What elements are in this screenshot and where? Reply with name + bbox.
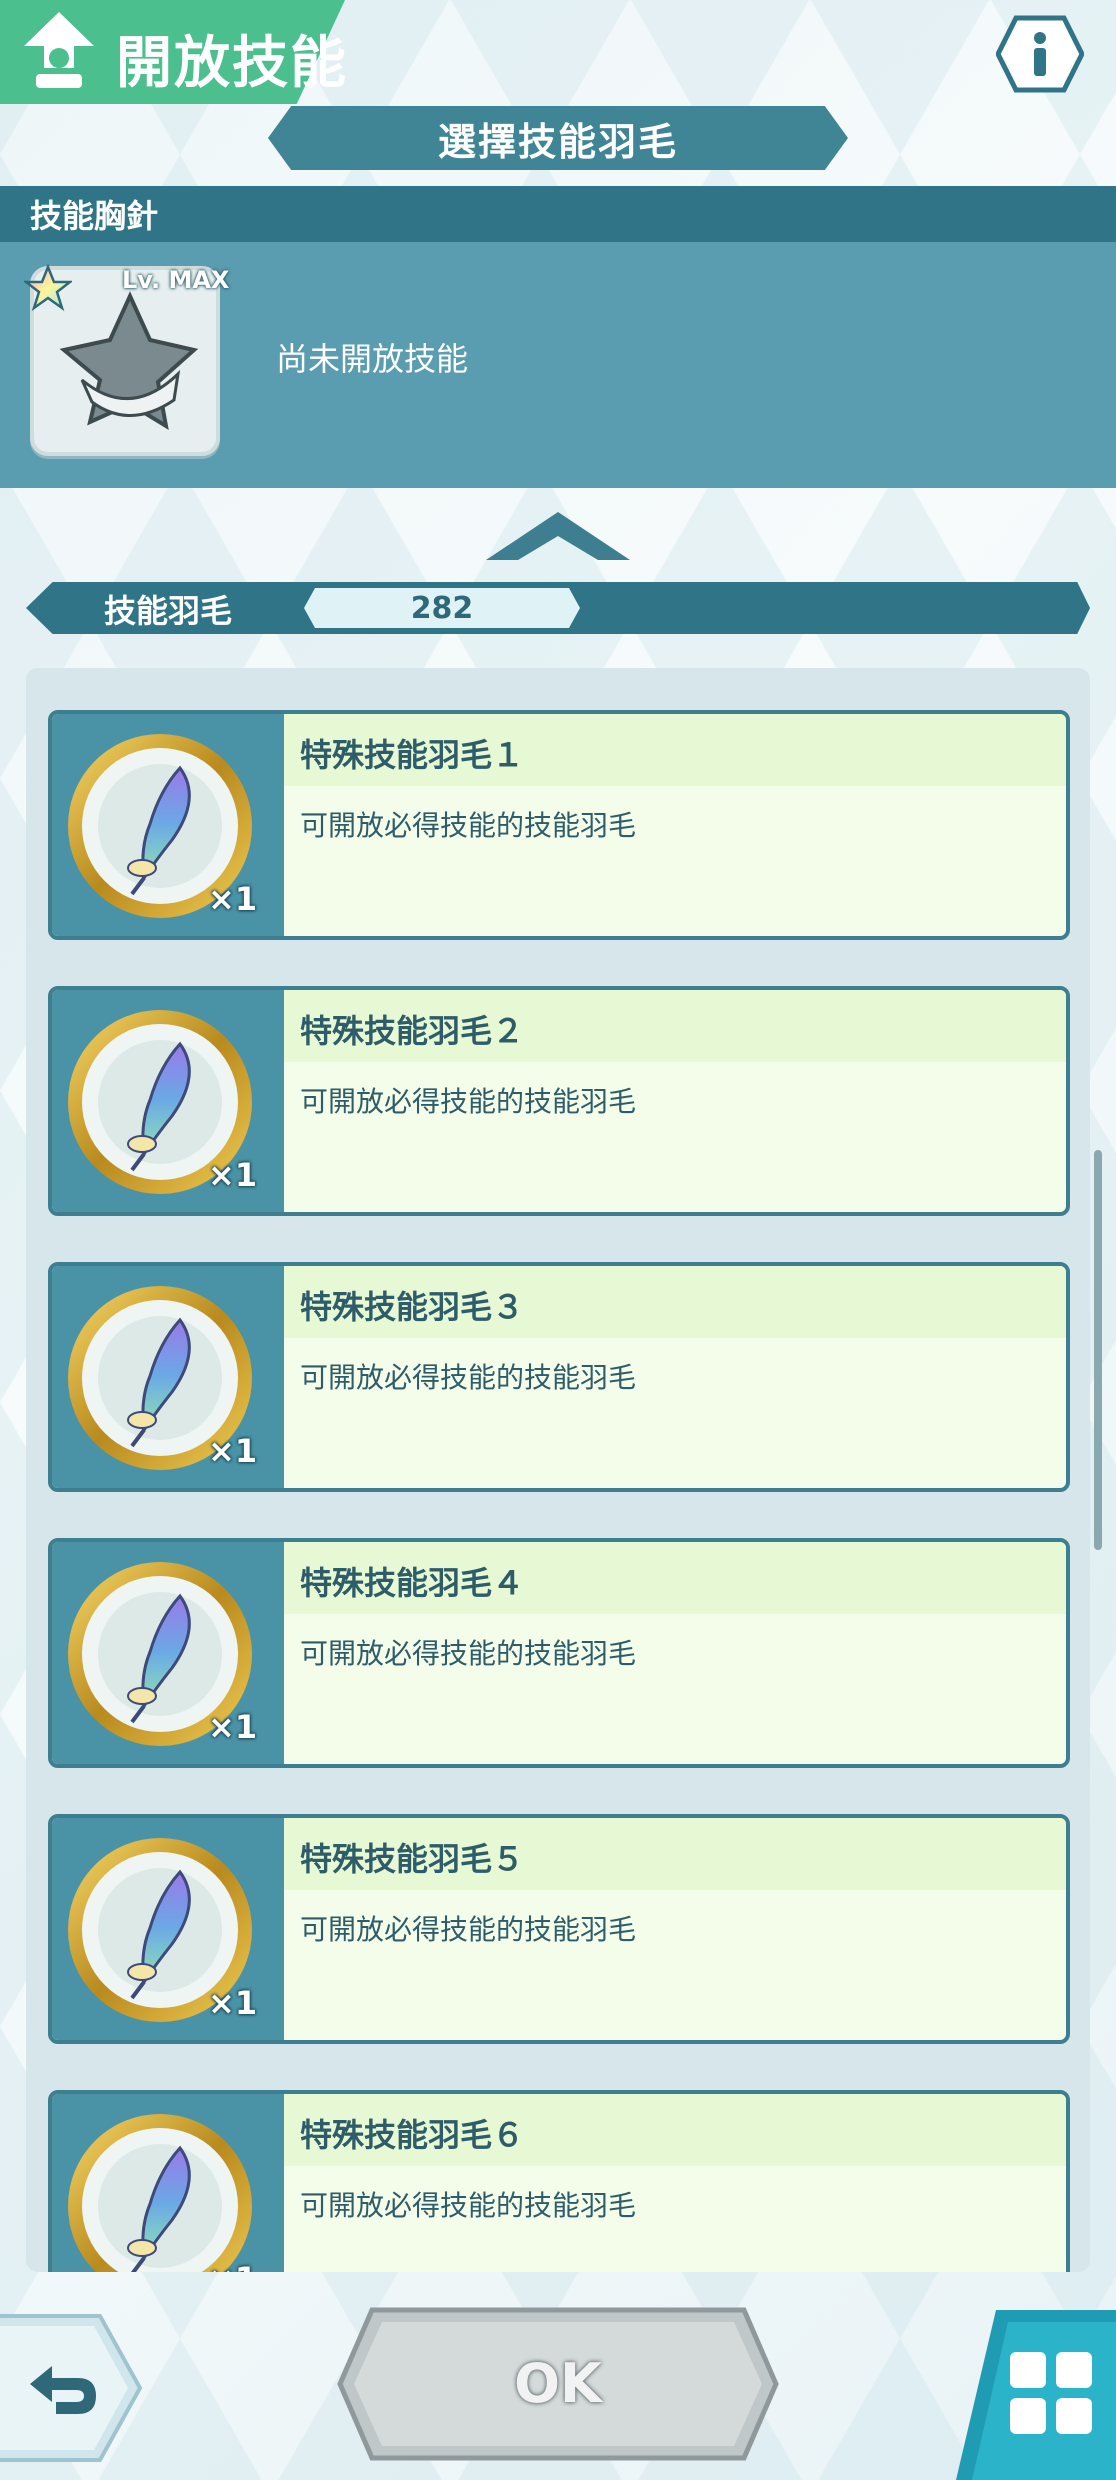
feather-list[interactable]: ×1 特殊技能羽毛１ 可開放必得技能的技能羽毛 ×1 特殊技能羽毛２ 可開放必得…	[26, 668, 1090, 2272]
quantity-label: ×1	[208, 1156, 258, 1194]
skill-up-icon	[24, 12, 94, 88]
item-description: 可開放必得技能的技能羽毛	[300, 1361, 637, 1394]
back-button[interactable]	[0, 2310, 150, 2466]
select-feather-banner: 選擇技能羽毛	[268, 106, 848, 170]
item-name: 特殊技能羽毛４	[300, 1564, 525, 1602]
page-title: 開放技能	[116, 31, 348, 96]
feather-label: 技能羽毛	[104, 592, 233, 630]
feather-item[interactable]: ×1 特殊技能羽毛４ 可開放必得技能的技能羽毛	[48, 1538, 1070, 1768]
feather-item[interactable]: ×1 特殊技能羽毛６ 可開放必得技能的技能羽毛	[48, 2090, 1070, 2272]
feather-icon	[68, 2114, 252, 2272]
brooch-status: 尚未開放技能	[276, 340, 469, 378]
feather-item[interactable]: ×1 特殊技能羽毛３ 可開放必得技能的技能羽毛	[48, 1262, 1070, 1492]
quantity-label: ×1	[208, 1432, 258, 1470]
item-description: 可開放必得技能的技能羽毛	[300, 809, 637, 842]
menu-button[interactable]	[956, 2310, 1116, 2480]
item-name: 特殊技能羽毛１	[300, 736, 525, 774]
item-description: 可開放必得技能的技能羽毛	[300, 1637, 637, 1670]
item-name: 特殊技能羽毛６	[300, 2116, 525, 2154]
rarity-star-icon	[24, 264, 72, 312]
feather-item[interactable]: ×1 特殊技能羽毛２ 可開放必得技能的技能羽毛	[48, 986, 1070, 1216]
item-name: 特殊技能羽毛３	[300, 1288, 525, 1326]
feather-item[interactable]: ×1 特殊技能羽毛５ 可開放必得技能的技能羽毛	[48, 1814, 1070, 2044]
quantity-label: ×1	[208, 2260, 257, 2272]
item-description: 可開放必得技能的技能羽毛	[300, 1085, 637, 1118]
item-name: 特殊技能羽毛５	[300, 1840, 525, 1878]
quantity-label: ×1	[208, 1708, 258, 1746]
info-icon[interactable]	[996, 14, 1084, 94]
brooch-section-label: 技能胸針	[0, 186, 1116, 242]
quantity-label: ×1	[208, 880, 258, 918]
ok-label: OK	[514, 2352, 602, 2415]
feather-item[interactable]: ×1 特殊技能羽毛１ 可開放必得技能的技能羽毛	[48, 710, 1070, 940]
level-badge: Lv. MAX	[122, 266, 230, 294]
feather-count: 282	[304, 588, 580, 628]
list-scrollbar[interactable]	[1094, 1150, 1102, 1550]
collapse-arrow-icon[interactable]	[486, 510, 630, 560]
quantity-label: ×1	[208, 1984, 258, 2022]
item-name: 特殊技能羽毛２	[300, 1012, 525, 1050]
item-description: 可開放必得技能的技能羽毛	[300, 1913, 637, 1946]
item-description: 可開放必得技能的技能羽毛	[300, 2189, 637, 2222]
